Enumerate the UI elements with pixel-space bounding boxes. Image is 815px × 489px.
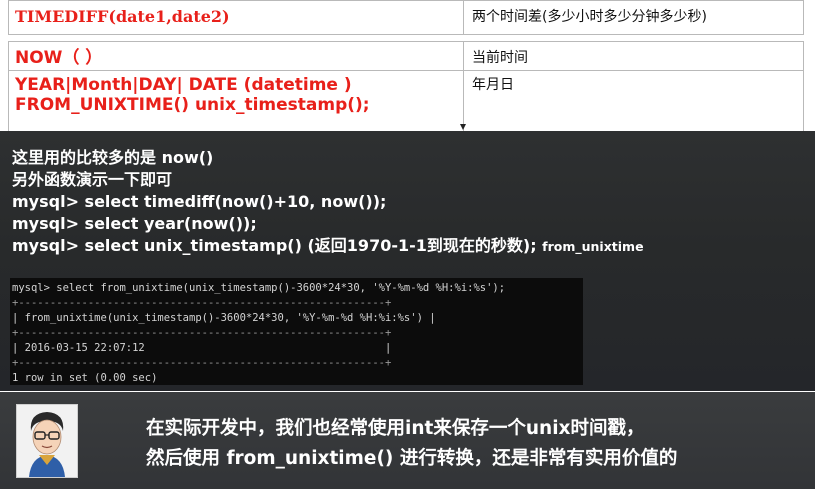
- terminal-output: mysql> select from_unixtime(unix_timesta…: [10, 278, 583, 385]
- terminal-line: mysql> select from_unixtime(unix_timesta…: [12, 282, 506, 294]
- note-line: 这里用的比较多的是 now(): [12, 148, 214, 167]
- terminal-line: +---------------------------------------…: [12, 327, 392, 339]
- tip-line: 在实际开发中，我们也经常使用int来保存一个unix时间戳，: [146, 418, 645, 439]
- note-line: mysql> select timediff(now()+10, now());: [12, 192, 387, 211]
- note-line-small: from_unixtime: [542, 239, 644, 254]
- table-row: NOW（ ） 当前时间: [8, 41, 804, 71]
- terminal-line: +---------------------------------------…: [12, 357, 392, 369]
- avatar: [16, 404, 78, 478]
- function-cell: YEAR|Month|DAY| DATE (datetime ) FROM_UN…: [8, 70, 464, 140]
- table-row: YEAR|Month|DAY| DATE (datetime ) FROM_UN…: [8, 70, 804, 140]
- function-cell: TIMEDIFF(date1,date2): [8, 0, 464, 35]
- person-avatar-icon: [17, 405, 77, 477]
- function-name: NOW（ ）: [15, 48, 103, 68]
- table-separator: [8, 34, 804, 42]
- description-cell: 年月日: [463, 70, 804, 140]
- cursor-arrow-icon: [460, 124, 466, 130]
- terminal-line: +---------------------------------------…: [12, 297, 392, 309]
- table-row: TIMEDIFF(date1,date2) 两个时间差(多少小时多少分钟多少秒): [8, 0, 804, 35]
- function-description: 两个时间差(多少小时多少分钟多少秒): [472, 9, 707, 25]
- note-line: 另外函数演示一下即可: [12, 170, 173, 189]
- note-line: mysql> select unix_timestamp() (返回1970-1…: [12, 235, 644, 258]
- tip-text: 在实际开发中，我们也经常使用int来保存一个unix时间戳， 然后使用 from…: [146, 414, 677, 474]
- description-cell: 两个时间差(多少小时多少分钟多少秒): [463, 0, 804, 35]
- description-cell: 当前时间: [463, 41, 804, 71]
- terminal-line: | from_unixtime(unix_timestamp()-3600*24…: [12, 312, 436, 324]
- function-cell: NOW（ ）: [8, 41, 464, 71]
- function-name-line1: YEAR|Month|DAY| DATE (datetime ): [15, 75, 352, 95]
- tip-line: 然后使用 from_unixtime() 进行转换，还是非常有实用价值的: [146, 448, 678, 469]
- function-table: TIMEDIFF(date1,date2) 两个时间差(多少小时多少分钟多少秒)…: [8, 0, 804, 140]
- note-line-main: mysql> select unix_timestamp() (返回1970-1…: [12, 236, 537, 255]
- function-name-line2: FROM_UNIXTIME() unix_timestamp();: [15, 95, 370, 115]
- note-line: mysql> select year(now());: [12, 214, 257, 233]
- function-description: 年月日: [472, 77, 514, 93]
- function-name: TIMEDIFF(date1,date2): [15, 7, 230, 26]
- function-description: 当前时间: [472, 50, 528, 66]
- terminal-line: 1 row in set (0.00 sec): [12, 372, 158, 384]
- terminal-line: | 2016-03-15 22:07:12 |: [12, 342, 392, 354]
- notes-text-block: 这里用的比较多的是 now() 另外函数演示一下即可 mysql> select…: [12, 147, 644, 258]
